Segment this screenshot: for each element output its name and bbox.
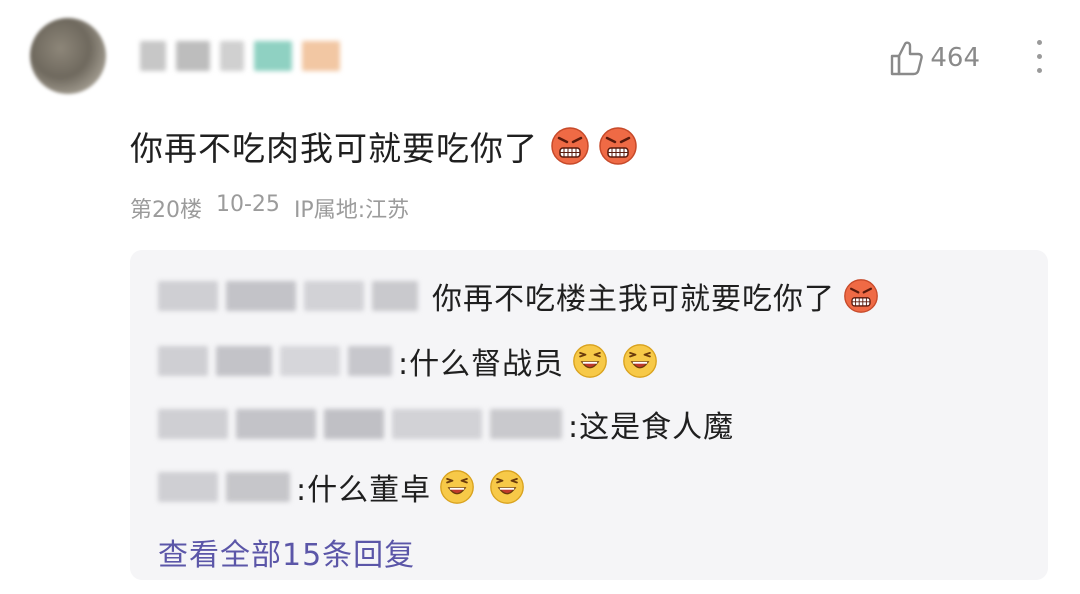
floor-number: 第20楼 bbox=[130, 198, 202, 223]
replies-panel: 你再不吃楼主我可就要吃你了 :什么督战员:这是食人魔:什么董卓 查看全部15… bbox=[130, 250, 1048, 580]
like-button[interactable]: 464 bbox=[888, 38, 980, 78]
angry-face-emoji bbox=[844, 279, 878, 313]
reply-text: :什么董卓 bbox=[296, 473, 432, 508]
reply-username-blurred[interactable] bbox=[158, 346, 392, 376]
reply-username-blurred[interactable] bbox=[158, 472, 290, 502]
reply-item[interactable]: :这是食人魔 bbox=[158, 402, 734, 446]
comment-text: 你再不吃肉我可就要吃你了 bbox=[130, 129, 538, 168]
view-all-replies-link[interactable]: 查看全部15条回复 bbox=[158, 530, 415, 574]
angry-face-emoji bbox=[551, 127, 589, 165]
laughing-face-emoji bbox=[440, 470, 474, 504]
comment-text-row: 你再不吃肉我可就要吃你了 bbox=[130, 122, 638, 170]
reply-username-blurred[interactable] bbox=[158, 409, 562, 439]
thumbs-up-icon bbox=[891, 41, 924, 76]
username-blurred[interactable] bbox=[140, 38, 340, 74]
comment-date: 10-25 bbox=[216, 192, 280, 217]
angry-face-emoji bbox=[599, 127, 637, 165]
medal-badge-icon bbox=[302, 41, 340, 71]
reply-item[interactable]: :什么董卓 bbox=[158, 465, 525, 509]
ip-location: IP属地:江苏 bbox=[293, 198, 410, 223]
reply-item[interactable]: :什么督战员 bbox=[158, 339, 658, 383]
laughing-face-emoji bbox=[490, 470, 524, 504]
reply-text: :什么督战员 bbox=[398, 347, 565, 382]
level-badge-icon bbox=[254, 41, 292, 71]
comment-meta: 第20楼 10-25 IP属地:江苏 bbox=[130, 192, 409, 224]
laughing-face-emoji bbox=[573, 344, 607, 378]
reply-item[interactable]: 你再不吃楼主我可就要吃你了 bbox=[158, 274, 879, 318]
reply-text: 你再不吃楼主我可就要吃你了 bbox=[432, 282, 835, 317]
laughing-face-emoji bbox=[623, 344, 657, 378]
avatar[interactable] bbox=[30, 18, 106, 94]
reply-text: :这是食人魔 bbox=[568, 410, 735, 445]
reply-username-blurred[interactable] bbox=[158, 281, 418, 311]
more-vertical-icon[interactable] bbox=[1037, 40, 1042, 73]
like-count: 464 bbox=[930, 43, 980, 73]
